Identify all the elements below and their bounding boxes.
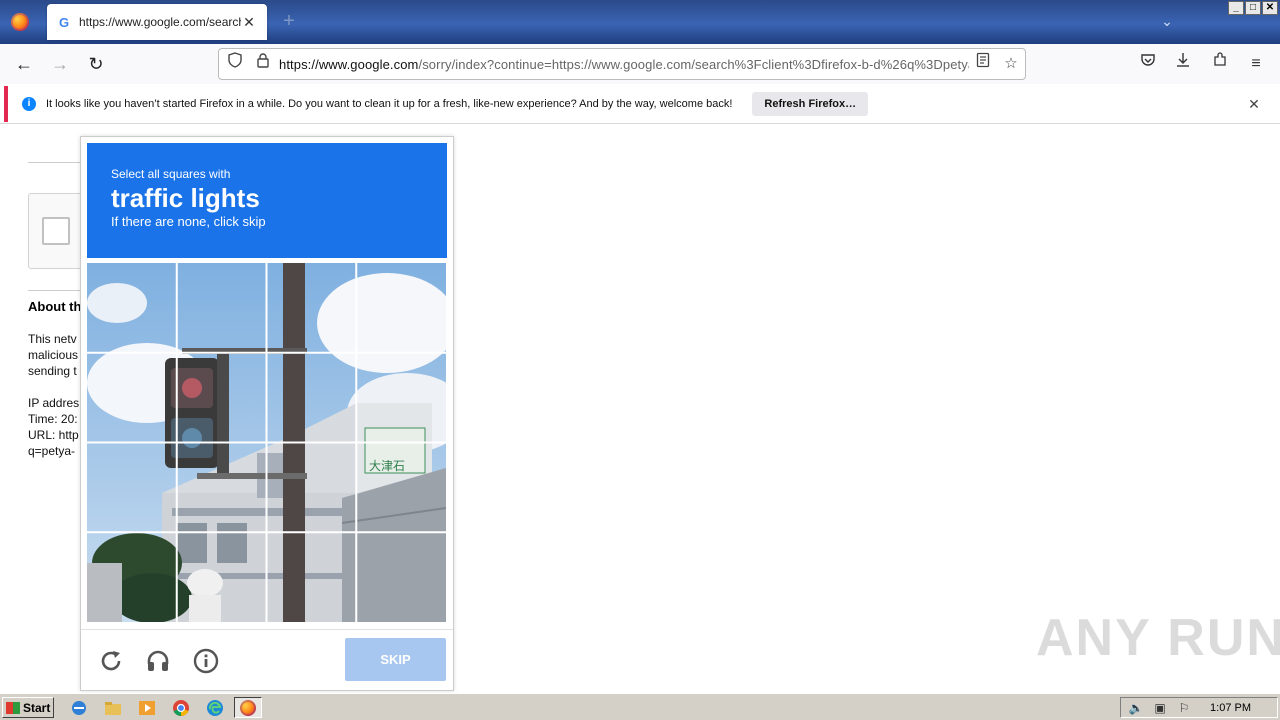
internet-explorer-icon[interactable] [68,697,90,718]
firefox-taskbar-icon[interactable] [234,697,262,718]
svg-text:大津石: 大津石 [369,459,405,473]
firefox-icon [11,13,29,31]
address-bar[interactable]: https://www.google.com/sorry/index?conti… [218,48,1026,80]
navigation-toolbar: ← → ↻ https://www.google.com/sorry/index… [0,44,1280,84]
downloads-icon[interactable] [1171,52,1195,76]
challenge-footer-divider [81,629,453,630]
skip-button[interactable]: SKIP [345,638,446,681]
about-line: q=petya- [28,444,76,458]
reader-view-icon[interactable] [969,52,997,76]
anyrun-watermark: ANY RUN [1036,609,1280,667]
shield-icon[interactable] [223,52,247,76]
list-all-tabs-button[interactable]: ⌄ [1156,10,1178,32]
edge-icon[interactable] [204,697,226,718]
hamburger-menu-icon[interactable]: ≡ [1244,52,1268,76]
notification-text: It looks like you haven’t started Firefo… [46,98,733,110]
new-tab-button[interactable]: + [278,10,300,32]
pocket-icon[interactable] [1136,52,1160,76]
action-center-flag-icon[interactable]: ⚐ [1176,701,1192,715]
url-host: https://www.google.com [279,56,419,72]
instruction-target: traffic lights [111,183,260,213]
about-line: IP addres [28,396,80,410]
clock[interactable]: 1:07 PM [1210,702,1251,714]
tab-close-icon[interactable]: ✕ [241,14,257,30]
tab-title: https://www.google.com/search?client=fir… [79,15,241,29]
bookmark-star-icon[interactable]: ☆ [997,52,1025,76]
instruction-text: Select all squares with [111,167,231,181]
lock-icon[interactable] [251,52,275,76]
url-path: /sorry/index?continue=https://www.google… [418,56,970,72]
forward-button[interactable]: → [48,52,72,76]
network-icon[interactable]: ▣ [1152,701,1168,715]
back-button[interactable]: ← [12,52,36,76]
google-favicon-icon: G [58,14,70,30]
chrome-icon[interactable] [170,697,192,718]
page-divider [28,290,88,291]
audio-challenge-icon[interactable] [142,645,174,677]
about-line: malicious [28,348,79,362]
browser-tab[interactable]: G https://www.google.com/search?client=f… [47,4,267,40]
url-text[interactable]: https://www.google.com/sorry/index?conti… [279,57,969,72]
windows-logo-icon [6,701,20,714]
recaptcha-checkbox[interactable] [42,217,70,245]
reload-challenge-icon[interactable] [95,645,127,677]
about-line: Time: 20: [28,412,78,426]
reload-button[interactable]: ↻ [84,52,108,76]
volume-icon[interactable]: 🔈 [1128,701,1144,715]
window-controls: _ □ ✕ [1228,1,1278,15]
firefox-menu-button[interactable] [0,0,40,44]
close-window-button[interactable]: ✕ [1262,1,1278,15]
instruction-subtext: If there are none, click skip [111,214,266,229]
extensions-icon[interactable] [1208,52,1232,76]
about-line: This netv [28,332,77,346]
info-icon: i [22,97,36,111]
help-info-icon[interactable] [190,645,222,677]
about-heading: About th [28,299,82,314]
toolbar-divider [0,123,1280,124]
challenge-image-grid: 大津石 [87,263,446,622]
refresh-firefox-button[interactable]: Refresh Firefox… [752,92,869,116]
start-label: Start [23,700,51,715]
tab-strip: G https://www.google.com/search?client=f… [0,0,1280,44]
restore-button[interactable]: □ [1245,1,1261,15]
notification-close-icon[interactable]: ✕ [1246,96,1262,112]
system-tray: 🔈 ▣ ⚐ 1:07 PM [1120,697,1278,718]
recaptcha-challenge: Select all squares with traffic lights I… [80,136,454,691]
page-divider [28,162,88,163]
taskbar: Start 🔈 ▣ ⚐ 1:07 PM [0,693,1280,720]
about-line: sending t [28,364,77,378]
start-button[interactable]: Start [2,697,54,718]
media-player-icon[interactable] [136,697,158,718]
about-line: URL: http [28,428,79,442]
minimize-button[interactable]: _ [1228,1,1244,15]
file-explorer-icon[interactable] [102,697,124,718]
challenge-header: Select all squares with traffic lights I… [87,143,447,258]
notification-bar: i It looks like you haven’t started Fire… [4,86,1276,122]
firefox-icon [240,699,256,716]
challenge-image: 大津石 [87,263,446,622]
